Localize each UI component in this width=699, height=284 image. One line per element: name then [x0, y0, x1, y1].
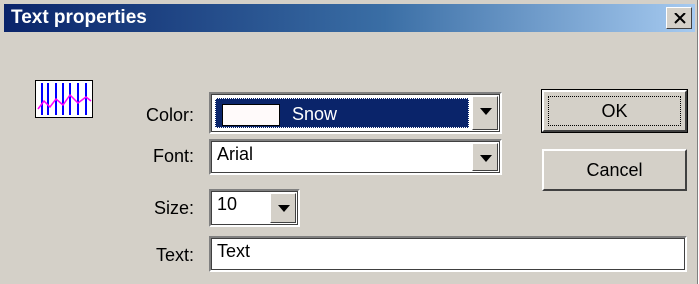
color-swatch	[222, 104, 280, 126]
dialog-title: Text properties	[11, 7, 147, 28]
title-bar[interactable]: Text properties	[4, 4, 695, 32]
chart-icon	[35, 80, 93, 118]
color-label: Color:	[145, 105, 194, 125]
cancel-label: Cancel	[586, 160, 643, 180]
color-selection: Snow	[215, 98, 469, 128]
text-value: Text	[217, 241, 251, 261]
size-label: Size:	[153, 198, 194, 218]
text-label: Text:	[155, 245, 194, 265]
font-value: Arial	[217, 144, 254, 164]
cancel-button[interactable]: Cancel	[542, 149, 687, 191]
ok-button[interactable]: OK	[541, 89, 688, 133]
size-dropdown-button[interactable]	[270, 193, 296, 223]
color-value: Snow	[292, 104, 338, 124]
text-input[interactable]: Text	[209, 236, 687, 272]
font-dropdown-button[interactable]	[472, 143, 498, 171]
ok-label: OK	[601, 101, 628, 121]
close-button[interactable]	[666, 7, 692, 29]
color-dropdown-button[interactable]	[472, 96, 498, 130]
font-select[interactable]: Arial	[209, 139, 502, 175]
close-icon	[674, 13, 686, 24]
size-value: 10	[217, 194, 238, 214]
size-select[interactable]: 10	[209, 189, 300, 227]
text-properties-dialog: Text properties Color: Snow Font: Arial …	[0, 0, 698, 284]
font-label: Font:	[152, 146, 194, 166]
color-select[interactable]: Snow	[209, 92, 502, 134]
